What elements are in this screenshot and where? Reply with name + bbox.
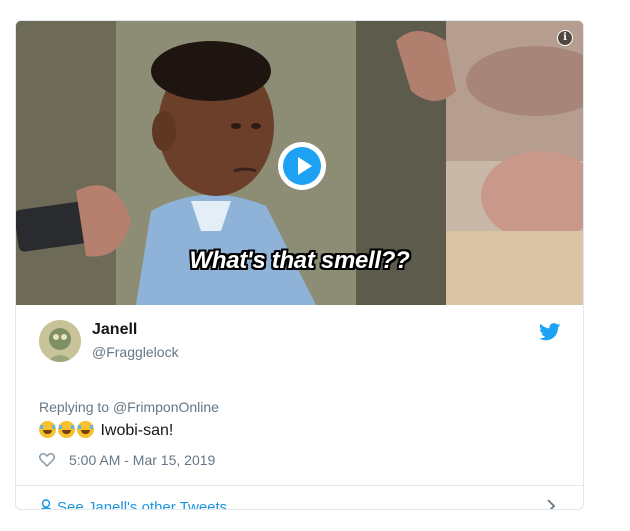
tweet-timestamp[interactable]: 5:00 AM - Mar 15, 2019 [69, 452, 215, 468]
see-other-tweets-label[interactable]: See Janell's other Tweets [57, 499, 227, 509]
tears-of-joy-emoji-icon [39, 421, 56, 438]
reply-mention-link[interactable]: @FrimponOnline [113, 399, 219, 415]
play-icon [283, 147, 321, 185]
avatar[interactable] [39, 320, 81, 362]
person-icon [40, 499, 52, 509]
divider [16, 485, 583, 486]
chevron-right-icon[interactable] [546, 498, 556, 510]
replying-prefix: Replying to [39, 399, 113, 415]
twitter-bird-icon[interactable] [539, 323, 561, 341]
tears-of-joy-emoji-icon [58, 421, 75, 438]
video-thumbnail[interactable]: i What's that smell?? [16, 21, 583, 305]
play-button[interactable] [278, 142, 326, 190]
tweet-text: Iwobi-san! [39, 421, 173, 440]
video-caption: What's that smell?? [189, 247, 410, 274]
tweet-text-content: Iwobi-san! [100, 422, 174, 439]
tweet-meta: 5:00 AM - Mar 15, 2019 [39, 452, 215, 468]
replying-to: Replying to @FrimponOnline [39, 399, 219, 415]
embedded-tweet-card[interactable]: i What's that smell?? Janell @Fraggleloc… [15, 20, 584, 510]
see-other-tweets-link[interactable]: See Janell's other Tweets [39, 499, 227, 509]
info-icon[interactable]: i [557, 30, 573, 46]
heart-icon[interactable] [39, 453, 55, 467]
tears-of-joy-emoji-icon [77, 421, 94, 438]
author-handle[interactable]: @Fragglelock [92, 344, 179, 360]
author-name[interactable]: Janell [92, 321, 137, 339]
